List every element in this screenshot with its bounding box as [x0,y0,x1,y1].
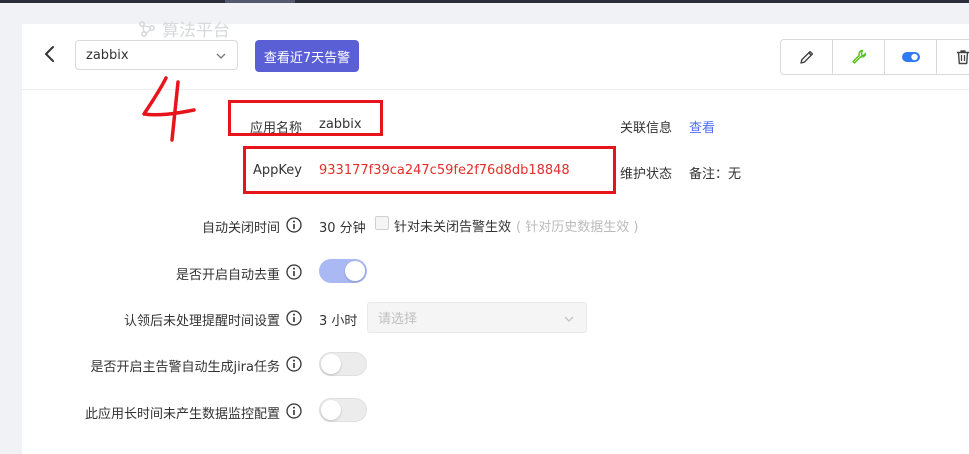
maintenance-label: 维护状态 [620,167,673,182]
auto-close-checkbox-hint: ( 针对历史数据生效 ) [516,220,639,235]
back-arrow-icon[interactable] [40,44,60,64]
remind-value: 3 小时 [319,314,358,329]
related-info-link[interactable]: 查看 [689,117,715,136]
info-icon[interactable] [286,217,302,233]
network-icon [138,20,156,37]
toggle-button[interactable] [885,40,937,74]
top-nav-active-tab[interactable] [225,0,295,3]
app-select[interactable]: zabbix [75,40,238,70]
config-button[interactable] [833,40,885,74]
toolbar [780,39,969,75]
switch-knob [321,400,341,420]
monitor-switch[interactable] [319,398,367,422]
dedup-label: 是否开启自动去重 [175,268,280,283]
info-icon[interactable] [286,403,302,419]
annotation-box-appkey [243,146,616,194]
app-select-value: zabbix [86,47,129,63]
jira-switch[interactable] [319,352,367,376]
info-icon[interactable] [286,310,302,326]
monitor-label: 此应用长时间未产生数据监控配置 [84,407,280,422]
info-icon[interactable] [286,356,302,372]
top-nav-bar [0,0,969,3]
auto-close-checkbox[interactable] [375,216,389,230]
dedup-switch[interactable] [319,259,367,283]
pencil-icon [799,50,813,64]
chevron-down-icon [216,53,226,59]
watermark: 算法平台 [138,16,230,41]
maintenance-value: 备注：无 [689,167,742,182]
remind-unit-select[interactable]: 请选择 [367,302,587,333]
related-info-label: 关联信息 [620,121,673,136]
wrench-icon [851,49,866,64]
remind-select-placeholder: 请选择 [378,312,418,327]
toggle-icon [901,52,920,62]
auto-close-label: 自动关闭时间 [201,221,280,236]
view-alerts-button[interactable]: 查看近7天告警 [255,40,359,72]
remind-label: 认领后未处理提醒时间设置 [123,314,280,329]
annotation-box-app-name [228,100,383,136]
trash-icon [956,50,969,65]
jira-label: 是否开启主告警自动生成jira任务 [90,360,280,375]
edit-button[interactable] [781,40,833,74]
auto-close-checkbox-label[interactable]: 针对未关闭告警生效 [394,216,511,235]
info-icon[interactable] [286,264,302,280]
delete-button[interactable] [937,40,969,74]
switch-knob [345,261,365,281]
chevron-down-icon [564,316,574,322]
auto-close-value: 30 分钟 [319,221,366,236]
switch-knob [321,354,341,374]
handwritten-four-annotation [142,76,196,142]
watermark-text: 算法平台 [162,21,230,41]
